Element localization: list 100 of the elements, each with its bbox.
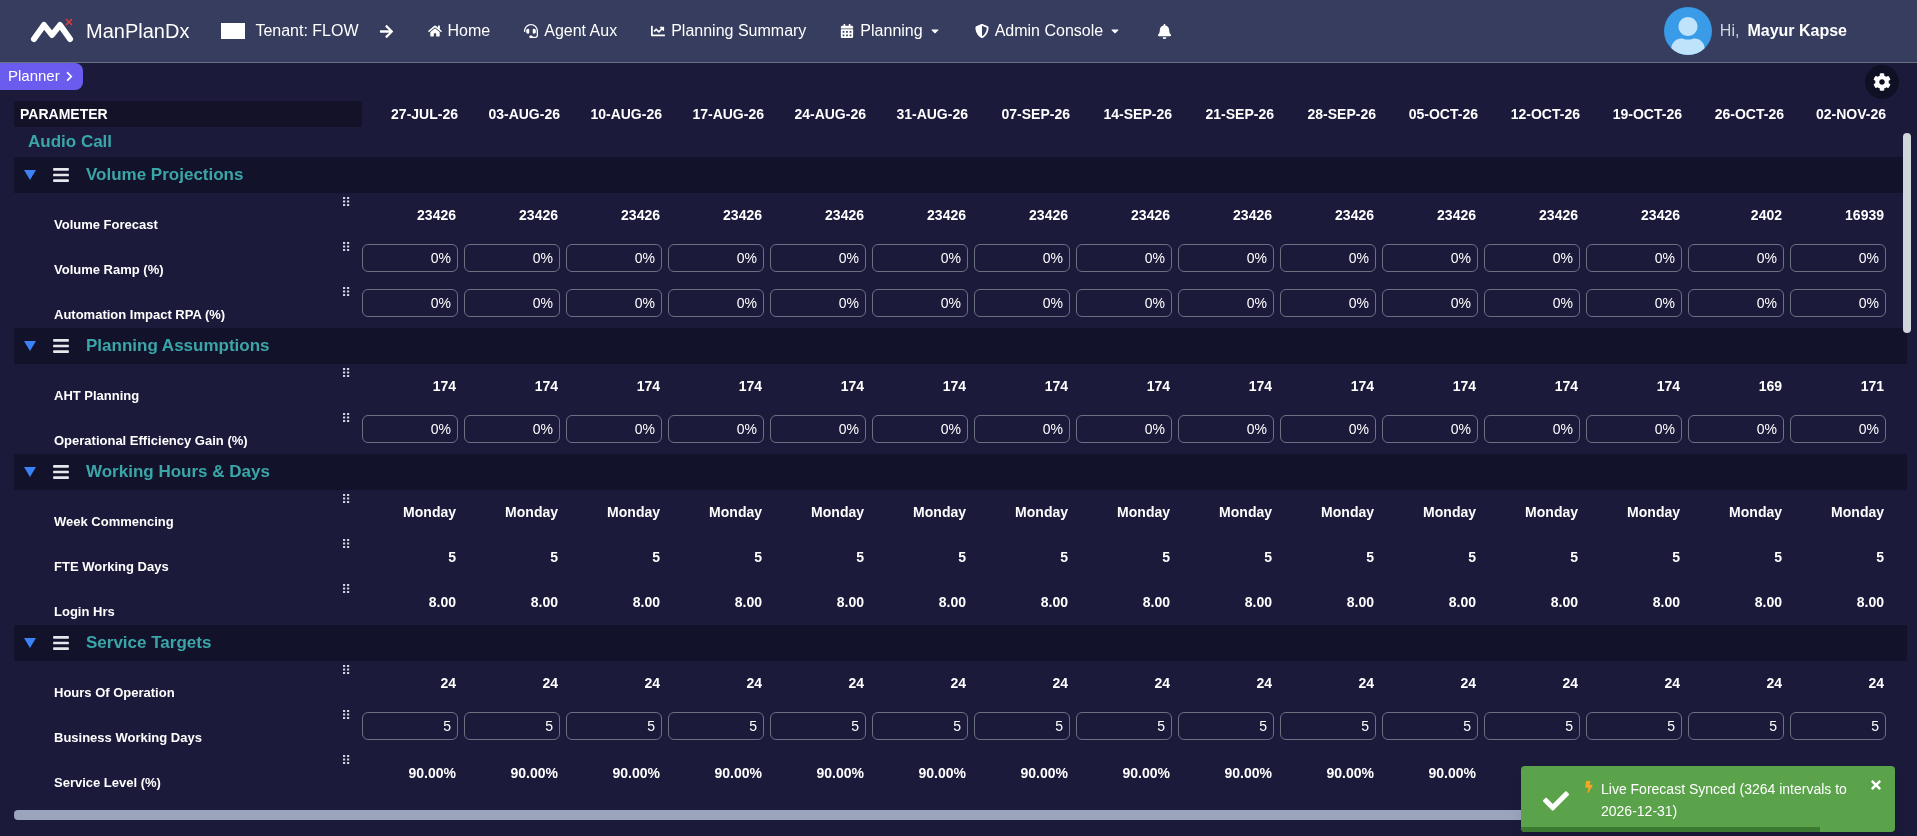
- bell-icon[interactable]: [1157, 23, 1173, 39]
- nav-link[interactable]: Planning: [840, 19, 941, 43]
- drag-handle-icon[interactable]: [343, 242, 350, 251]
- value-input[interactable]: 0%: [1178, 289, 1274, 317]
- value-input[interactable]: 0%: [668, 289, 764, 317]
- value-input[interactable]: 0%: [668, 244, 764, 272]
- section-header[interactable]: Working Hours & Days: [14, 454, 1907, 490]
- value-input[interactable]: 5: [1586, 712, 1682, 740]
- value-input[interactable]: 0%: [872, 244, 968, 272]
- planner-tab[interactable]: Planner: [0, 63, 83, 90]
- menu-icon[interactable]: [52, 166, 70, 184]
- nav-link[interactable]: Agent Aux: [524, 19, 618, 43]
- value-input[interactable]: 0%: [1790, 244, 1886, 272]
- value-input[interactable]: 0%: [974, 244, 1070, 272]
- drag-handle-icon[interactable]: [343, 413, 350, 422]
- row-label: Hours Of Operation: [54, 683, 175, 702]
- value-cell-text: 24: [1766, 674, 1783, 693]
- menu-icon[interactable]: [52, 634, 70, 652]
- value-input[interactable]: 0%: [464, 289, 560, 317]
- value-input[interactable]: 5: [770, 712, 866, 740]
- drag-handle-icon[interactable]: [343, 539, 350, 548]
- value-input[interactable]: 0%: [362, 289, 458, 317]
- value-input[interactable]: 5: [362, 712, 458, 740]
- value-input[interactable]: 0%: [1586, 415, 1682, 443]
- value-input[interactable]: 5: [1382, 712, 1478, 740]
- menu-icon[interactable]: [52, 463, 70, 481]
- drag-handle-icon[interactable]: [343, 710, 350, 719]
- settings-button[interactable]: [1865, 65, 1899, 99]
- triangle-down-icon[interactable]: [24, 466, 36, 478]
- value-input[interactable]: 5: [1178, 712, 1274, 740]
- value-input[interactable]: 0%: [1688, 244, 1784, 272]
- menu-icon[interactable]: [52, 337, 70, 355]
- value-input[interactable]: 0%: [770, 415, 866, 443]
- value-input[interactable]: 0%: [1076, 415, 1172, 443]
- drag-handle-icon[interactable]: [343, 197, 350, 206]
- user-avatar[interactable]: [1663, 7, 1712, 55]
- value-input[interactable]: 0%: [464, 415, 560, 443]
- close-icon[interactable]: [1869, 778, 1883, 792]
- value-input[interactable]: 0%: [974, 289, 1070, 317]
- value-input[interactable]: 0%: [1382, 415, 1478, 443]
- drag-handle-icon[interactable]: [343, 494, 350, 503]
- value-cell-text: 24: [440, 674, 457, 693]
- section-header[interactable]: Service Targets: [14, 625, 1907, 661]
- value-input[interactable]: 0%: [1484, 244, 1580, 272]
- triangle-down-icon[interactable]: [24, 169, 36, 181]
- value-input[interactable]: 0%: [1484, 415, 1580, 443]
- value-input[interactable]: 0%: [1484, 289, 1580, 317]
- value-input[interactable]: 0%: [1280, 244, 1376, 272]
- brand-name[interactable]: ManPlanDx: [86, 16, 190, 46]
- value-input[interactable]: 0%: [1790, 289, 1886, 317]
- value-input[interactable]: 5: [1484, 712, 1580, 740]
- value-input[interactable]: 0%: [872, 289, 968, 317]
- value-input[interactable]: 0%: [1586, 244, 1682, 272]
- value-input[interactable]: 0%: [1382, 289, 1478, 317]
- value-input[interactable]: 5: [1076, 712, 1172, 740]
- nav-link[interactable]: Planning Summary: [651, 19, 807, 43]
- drag-handle-icon[interactable]: [343, 287, 350, 296]
- drag-handle-icon[interactable]: [343, 584, 350, 593]
- value-input[interactable]: 5: [1688, 712, 1784, 740]
- drag-handle-icon[interactable]: [343, 665, 350, 674]
- column-header: 24-AUG-26: [793, 104, 867, 124]
- value-input[interactable]: 0%: [1178, 244, 1274, 272]
- value-input[interactable]: 0%: [566, 289, 662, 317]
- value-input[interactable]: 0%: [770, 244, 866, 272]
- value-input[interactable]: 5: [464, 712, 560, 740]
- value-input[interactable]: 0%: [770, 289, 866, 317]
- nav-link[interactable]: Admin Console: [974, 19, 1122, 43]
- value-input[interactable]: 0%: [1178, 415, 1274, 443]
- nav-link[interactable]: Home: [427, 19, 491, 43]
- value-input[interactable]: 5: [974, 712, 1070, 740]
- value-input[interactable]: 5: [566, 712, 662, 740]
- value-input[interactable]: 0%: [1076, 244, 1172, 272]
- value-input[interactable]: 0%: [566, 244, 662, 272]
- value-input[interactable]: 0%: [1688, 289, 1784, 317]
- value-input[interactable]: 0%: [1280, 415, 1376, 443]
- value-input[interactable]: 0%: [974, 415, 1070, 443]
- section-header[interactable]: Planning Assumptions: [14, 328, 1907, 364]
- triangle-down-icon[interactable]: [24, 637, 36, 649]
- value-cell-text: 23426: [519, 206, 559, 225]
- value-input[interactable]: 0%: [1076, 289, 1172, 317]
- drag-handle-icon[interactable]: [343, 368, 350, 377]
- value-input[interactable]: 0%: [668, 415, 764, 443]
- value-input[interactable]: 0%: [1790, 415, 1886, 443]
- value-input[interactable]: 0%: [362, 415, 458, 443]
- value-input[interactable]: 0%: [464, 244, 560, 272]
- drag-handle-icon[interactable]: [343, 755, 350, 764]
- value-input[interactable]: 0%: [362, 244, 458, 272]
- value-input[interactable]: 0%: [1382, 244, 1478, 272]
- arrow-right-icon[interactable]: [378, 23, 394, 39]
- vertical-scrollbar[interactable]: [1903, 133, 1911, 333]
- value-input[interactable]: 5: [668, 712, 764, 740]
- value-input[interactable]: 0%: [1586, 289, 1682, 317]
- value-input[interactable]: 0%: [1688, 415, 1784, 443]
- value-input[interactable]: 0%: [872, 415, 968, 443]
- triangle-down-icon[interactable]: [24, 340, 36, 352]
- value-input[interactable]: 0%: [566, 415, 662, 443]
- value-input[interactable]: 5: [1280, 712, 1376, 740]
- value-input[interactable]: 5: [872, 712, 968, 740]
- value-input[interactable]: 0%: [1280, 289, 1376, 317]
- value-input[interactable]: 5: [1790, 712, 1886, 740]
